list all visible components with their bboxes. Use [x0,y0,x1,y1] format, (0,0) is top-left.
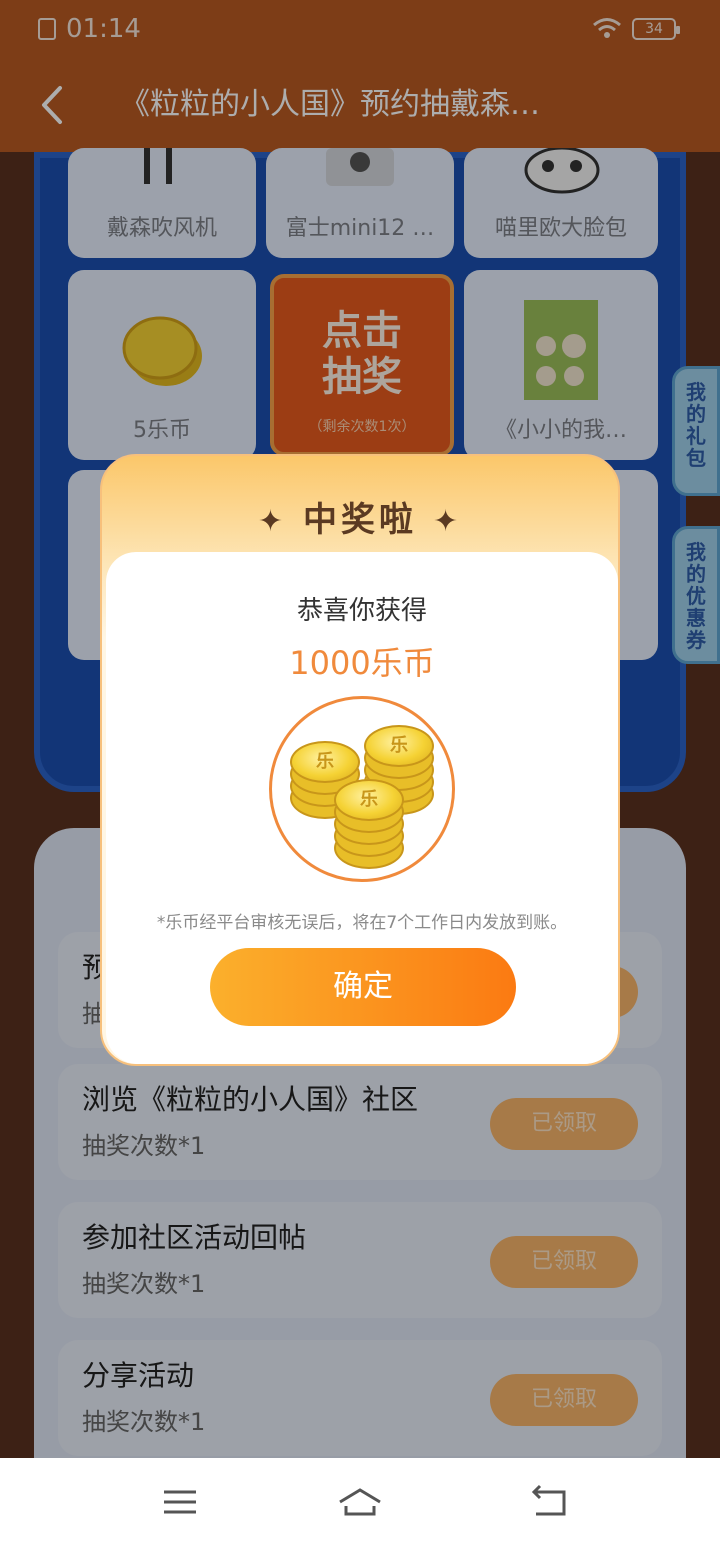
sparkle-icon: ✦ [257,504,287,539]
home-icon[interactable] [336,1484,384,1520]
modal-heading: ✦ 中奖啦 ✦ [102,492,618,541]
modal-heading-text: 中奖啦 [303,500,417,540]
coin-icon: 乐 [364,725,434,767]
prize-note: *乐币经平台审核无误后，将在7个工作日内发放到账。 [156,913,568,933]
coin-icon: 乐 [290,741,360,783]
coins-illustration: 乐 乐 乐 [269,696,455,882]
congrats-text: 恭喜你获得 [296,596,427,626]
back-icon[interactable] [530,1484,570,1520]
coin-icon: 乐 [334,779,404,821]
sparkle-icon: ✦ [433,504,463,539]
system-nav-bar [0,1458,720,1544]
prize-amount: 1000乐币 [289,644,435,682]
menu-icon[interactable] [160,1484,200,1520]
confirm-button[interactable]: 确定 [210,948,516,1026]
prize-modal: ✦ 中奖啦 ✦ 恭喜你获得 1000乐币 乐 乐 乐 *乐币经平台审核无误后，将… [100,454,620,1066]
modal-body: 恭喜你获得 1000乐币 乐 乐 乐 *乐币经平台审核无误后，将在7个工作日内发… [106,552,618,1064]
